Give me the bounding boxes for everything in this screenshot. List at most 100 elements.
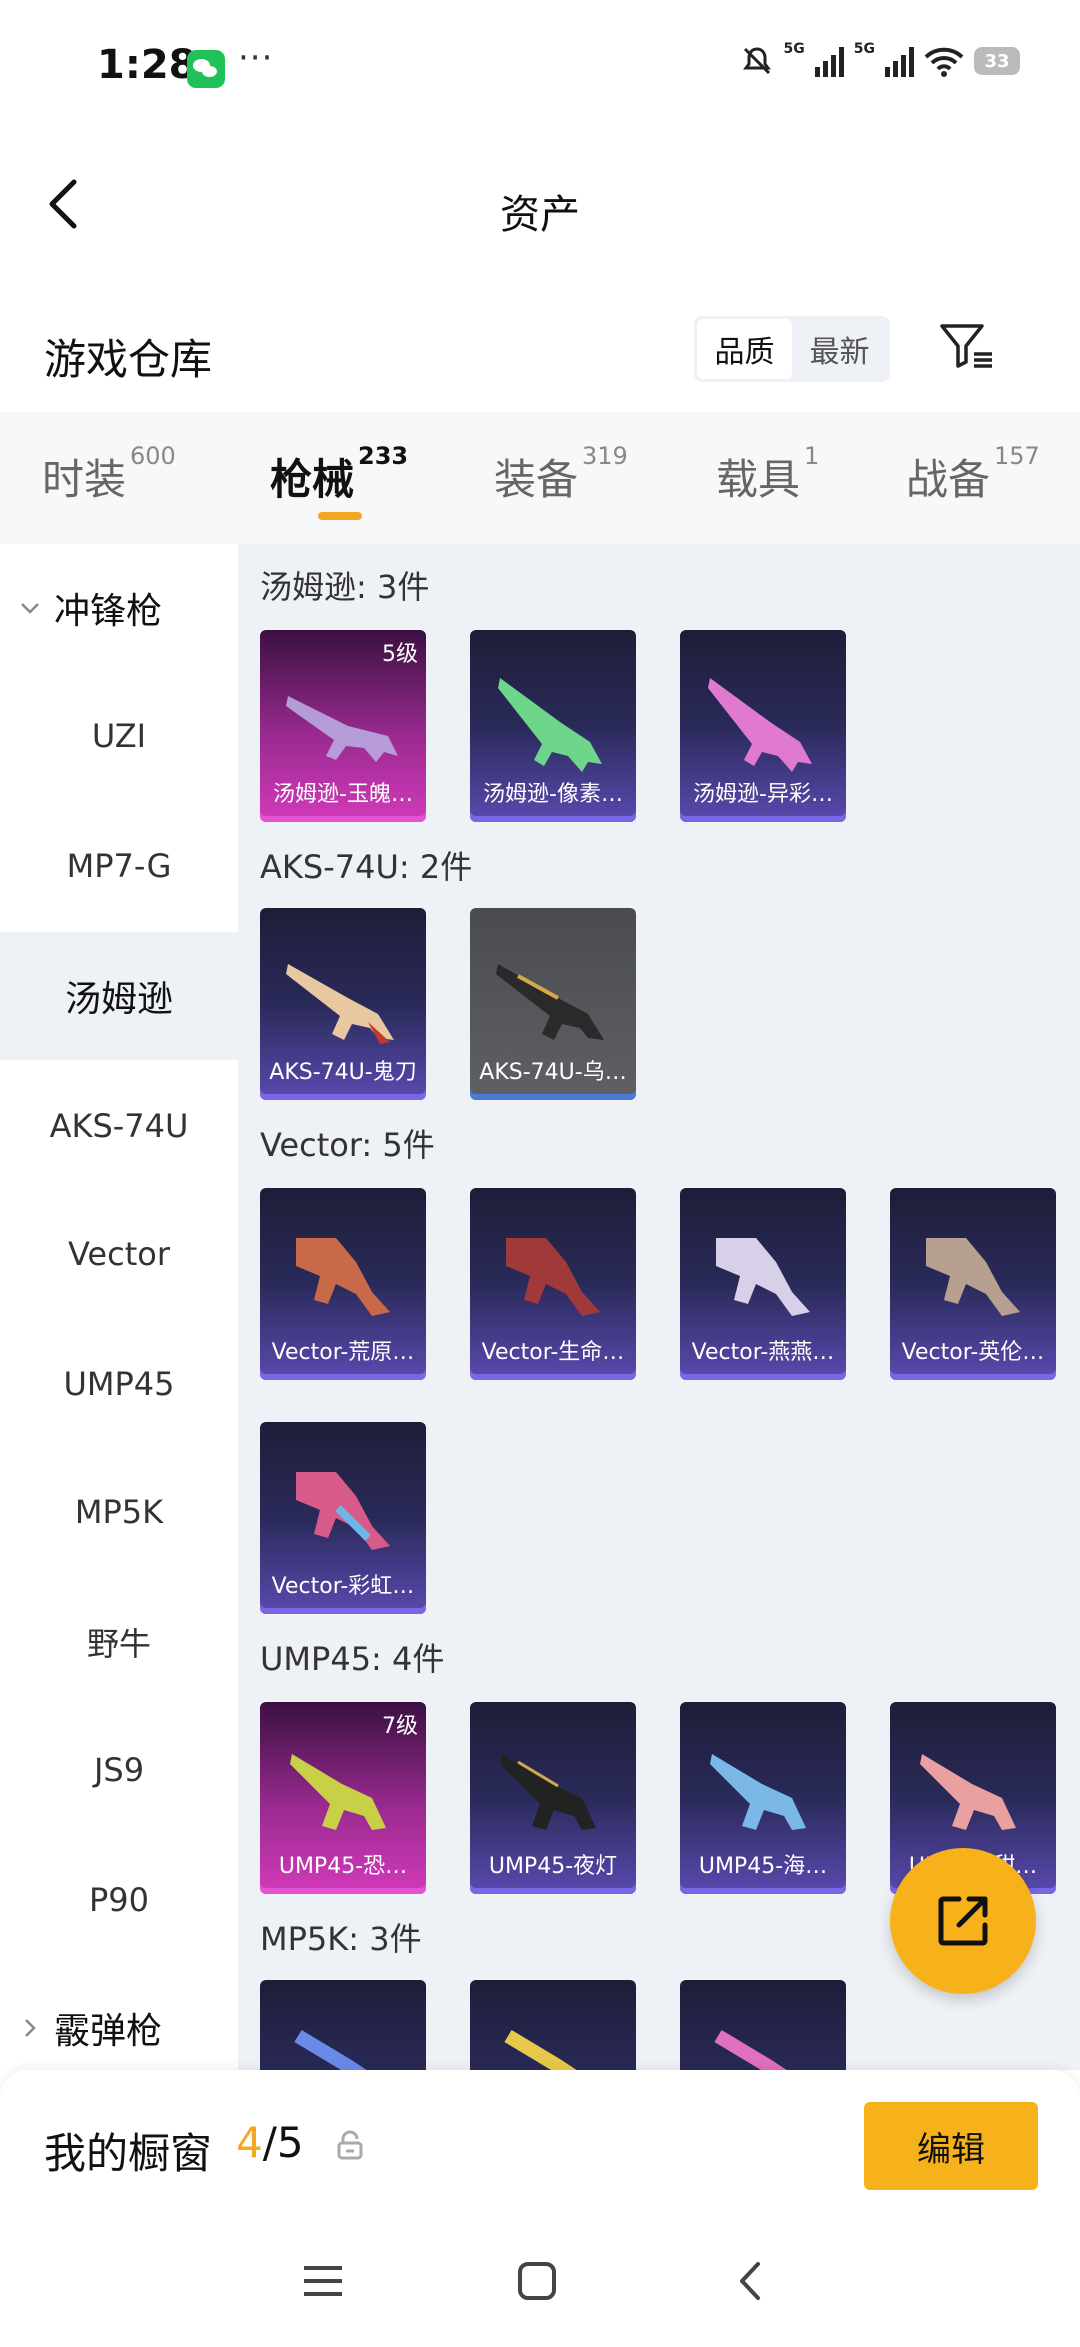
item-name: 汤姆逊-异彩… xyxy=(693,782,833,807)
edit-button[interactable]: 编辑 xyxy=(864,2102,1038,2190)
weapon-skin-image xyxy=(506,1238,600,1316)
item-card[interactable] xyxy=(260,1980,426,2070)
level-badge: 7级 xyxy=(382,1714,418,1739)
tab-supplies[interactable]: 战备 157 xyxy=(906,442,1040,507)
item-card[interactable] xyxy=(470,1980,636,2070)
sidebar-item-js9[interactable]: JS9 xyxy=(0,1706,238,1834)
weapon-skin-image xyxy=(710,1754,806,1830)
item-name: UMP45-海… xyxy=(698,1854,828,1879)
item-card[interactable] xyxy=(680,1980,846,2070)
weapon-skin-image xyxy=(496,964,604,1040)
item-name: UMP45-夜灯 xyxy=(488,1854,618,1879)
sidebar-item-mp5k[interactable]: MP5K xyxy=(0,1448,238,1576)
weapon-skin-image xyxy=(286,964,394,1044)
active-tab-indicator xyxy=(318,512,362,520)
item-name: Vector-荒原… xyxy=(271,1340,415,1365)
item-card[interactable]: Vector-彩虹… xyxy=(260,1422,426,1614)
title-bar: 资产 xyxy=(0,150,1080,260)
sidebar-item-uzi[interactable]: UZI xyxy=(0,672,238,800)
sidebar-item-ump45[interactable]: UMP45 xyxy=(0,1320,238,1448)
page-title: 资产 xyxy=(500,192,580,238)
wifi-icon xyxy=(924,47,964,77)
category-tabs: 时装 600 枪械 233 装备 319 载具 1 战备 157 xyxy=(0,412,1080,544)
mute-bell-icon xyxy=(742,47,771,75)
lock-icon xyxy=(337,2130,363,2160)
home-icon[interactable] xyxy=(512,2256,562,2306)
warehouse-header: 游戏仓库 品质 最新 xyxy=(0,310,1080,390)
status-bar: 1:28 ··· 5G 5G 33 xyxy=(0,0,1080,130)
weapon-skin-image xyxy=(296,1238,390,1316)
signal-icon xyxy=(814,45,844,77)
status-icons: 5G 5G 33 xyxy=(740,41,1020,78)
item-card[interactable]: Vector-英伦… xyxy=(890,1188,1056,1380)
weapon-skin-image xyxy=(716,1238,810,1316)
tab-fashion[interactable]: 时装 600 xyxy=(42,442,176,507)
item-name: Vector-彩虹… xyxy=(271,1574,415,1599)
back-icon[interactable] xyxy=(726,2256,776,2306)
status-time: 1:28 xyxy=(97,42,197,88)
sidebar-item-p90[interactable]: P90 xyxy=(0,1836,238,1964)
level-badge: 5级 xyxy=(382,642,418,667)
network-type-1: 5G xyxy=(783,41,805,57)
sort-toggle: 品质 最新 xyxy=(694,316,890,382)
showcase-title: 我的橱窗 xyxy=(44,2129,213,2178)
share-external-icon xyxy=(938,1896,988,1946)
item-card[interactable]: 7级 UMP45-恐… xyxy=(260,1702,426,1894)
item-name: 汤姆逊-玉魄… xyxy=(273,782,413,807)
sidebar-item-thompson[interactable]: 汤姆逊 xyxy=(0,932,238,1060)
item-card[interactable]: Vector-燕燕… xyxy=(680,1188,846,1380)
item-name: 汤姆逊-像素… xyxy=(483,782,623,807)
tab-equipment[interactable]: 装备 319 xyxy=(494,442,628,507)
weapon-skin-image xyxy=(294,2029,367,2070)
weapon-skin-image xyxy=(504,2029,577,2070)
sidebar-item-mp7g[interactable]: MP7-G xyxy=(0,802,238,930)
weapon-skin-image xyxy=(296,1472,390,1550)
item-card[interactable]: AKS-74U-鬼刀 xyxy=(260,908,426,1100)
item-card[interactable]: UMP45-海… xyxy=(680,1702,846,1894)
sidebar-group-smg[interactable]: 冲锋枪 xyxy=(0,544,238,672)
weapon-skin-image xyxy=(920,1754,1016,1830)
warehouse-title: 游戏仓库 xyxy=(44,335,213,384)
sort-quality-button[interactable]: 品质 xyxy=(697,319,792,379)
group-label-thompson: 汤姆逊: 3件 xyxy=(260,568,430,606)
sidebar-item-aks74u[interactable]: AKS-74U xyxy=(0,1062,238,1190)
item-grid: 汤姆逊: 3件 5级 汤姆逊-玉魄… 汤姆逊-像素… 汤姆逊-异彩… AKS-7… xyxy=(238,544,1080,2070)
chevron-right-icon xyxy=(25,2019,36,2037)
group-label-vector: Vector: 5件 xyxy=(260,1126,435,1164)
share-button[interactable] xyxy=(890,1848,1036,1994)
item-name: Vector-英伦… xyxy=(901,1340,1045,1365)
item-name: AKS-74U-鬼刀 xyxy=(269,1060,417,1085)
tab-firearms[interactable]: 枪械 233 xyxy=(270,442,408,507)
weapon-skin-image xyxy=(926,1238,1020,1316)
chevron-down-icon xyxy=(21,603,39,614)
showcase-bar: 我的橱窗 4/5 编辑 xyxy=(0,2070,1080,2220)
network-type-2: 5G xyxy=(853,41,875,57)
more-notifications-icon: ··· xyxy=(238,38,274,78)
item-card[interactable]: Vector-生命… xyxy=(470,1188,636,1380)
item-card[interactable]: 5级 汤姆逊-玉魄… xyxy=(260,630,426,822)
sidebar-item-bizon[interactable]: 野牛 xyxy=(0,1578,238,1706)
item-name: Vector-燕燕… xyxy=(691,1340,835,1365)
item-name: Vector-生命… xyxy=(481,1340,625,1365)
battery-icon: 33 xyxy=(974,47,1020,75)
item-card[interactable]: UMP45-夜灯 xyxy=(470,1702,636,1894)
item-card[interactable]: 汤姆逊-像素… xyxy=(470,630,636,822)
sidebar-group-shotgun[interactable]: 霰弹枪 xyxy=(0,1964,238,2070)
filter-icon[interactable] xyxy=(936,316,996,376)
sort-latest-button[interactable]: 最新 xyxy=(792,319,887,379)
item-card[interactable]: 汤姆逊-异彩… xyxy=(680,630,846,822)
showcase-count: 4/5 xyxy=(236,2118,304,2167)
weapon-skin-image xyxy=(498,678,602,772)
item-card[interactable]: AKS-74U-乌… xyxy=(470,908,636,1100)
sidebar-item-vector[interactable]: Vector xyxy=(0,1190,238,1318)
weapon-skin-image xyxy=(714,2029,787,2070)
weapon-skin-image xyxy=(500,1754,596,1830)
weapon-skin-image xyxy=(290,1754,386,1830)
weapon-type-sidebar: 冲锋枪 UZI MP7-G 汤姆逊 AKS-74U Vector UMP45 M… xyxy=(0,544,238,2070)
item-card[interactable]: Vector-荒原… xyxy=(260,1188,426,1380)
group-label-mp5k: MP5K: 3件 xyxy=(260,1920,422,1958)
signal-icon xyxy=(885,45,914,77)
item-name: UMP45-恐… xyxy=(278,1854,408,1879)
menu-icon[interactable] xyxy=(298,2256,348,2306)
tab-vehicles[interactable]: 载具 1 xyxy=(716,442,819,507)
